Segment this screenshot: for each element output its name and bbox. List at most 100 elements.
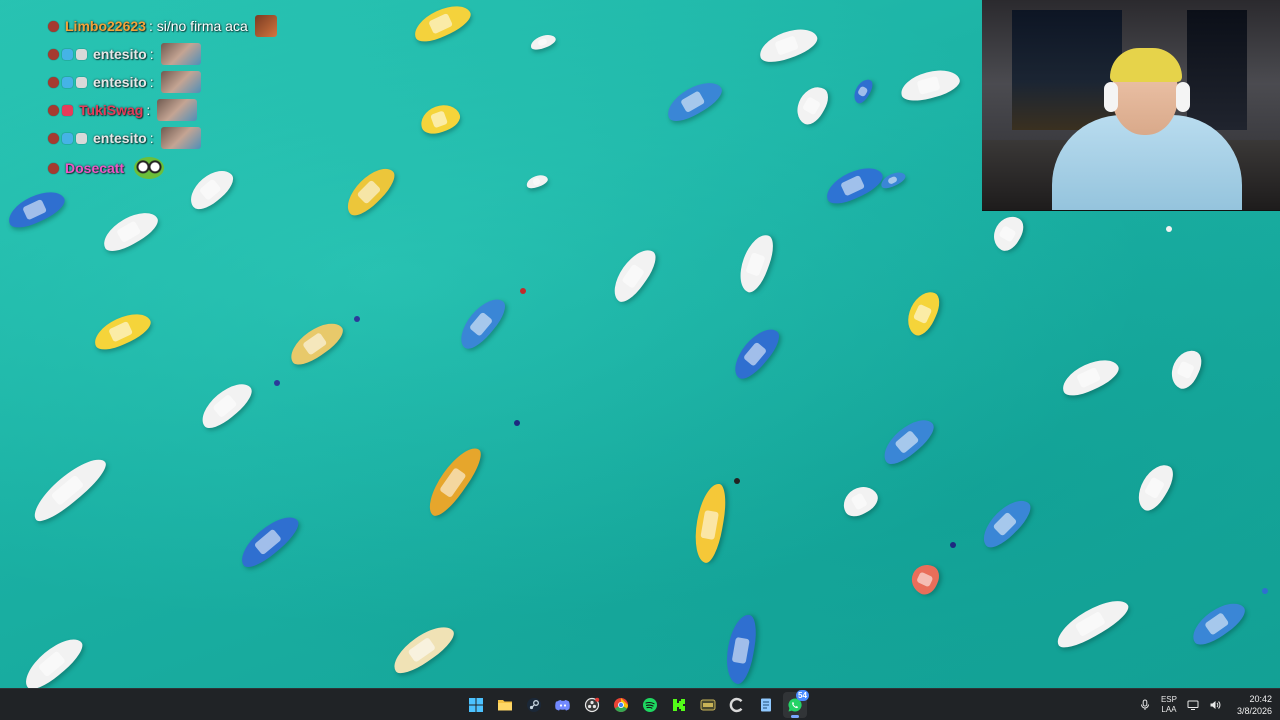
webcam-person-beanie [1110,48,1182,82]
microphone-icon[interactable] [1139,699,1151,711]
discord-button[interactable] [551,692,575,718]
boat [878,169,908,191]
notepad-icon [761,698,771,712]
boat [420,440,488,522]
boat [755,22,821,68]
boat [876,411,940,471]
boat [1057,352,1123,402]
discord-icon [555,700,570,711]
face-emote-icon [254,15,277,37]
chrome-icon [614,698,629,713]
boat [1185,595,1251,651]
boat [89,306,155,356]
portrait-emote-icon [160,71,201,93]
boat [821,160,887,210]
chrome-button[interactable] [609,692,633,718]
boat [3,184,69,234]
kick-button[interactable] [667,692,691,718]
clock[interactable]: 20:42 3/8/2026 [1231,693,1272,717]
headphones-icon [1104,82,1118,112]
ccleaner-button[interactable] [725,692,749,718]
start-button[interactable] [464,692,488,718]
boat [524,172,550,191]
chat-message: TukiSwag : [48,98,198,122]
verified-badge-icon [76,48,87,60]
buoy [950,542,956,548]
frog-emote-icon [134,157,165,179]
buoy [514,420,520,426]
spotify-button[interactable] [638,692,662,718]
boat [233,508,305,574]
portrait-emote-icon [157,99,198,121]
boat [1131,458,1179,516]
boat [901,286,945,340]
game-launcher-button[interactable] [696,692,720,718]
chat-message: Limbo22623 : si/no firma aca [48,14,277,38]
boat [97,204,163,258]
chat-text: : [149,130,154,146]
buoy [1262,588,1268,594]
verified-badge-icon [76,76,87,88]
boat [837,480,883,522]
chat-message: entesito : [48,126,201,150]
gift-badge-icon [62,104,73,116]
user-badge-icon [48,76,59,88]
chat-username: Limbo22623 [65,18,146,34]
boat [26,450,112,528]
boat [975,492,1037,554]
file-explorer-button[interactable] [493,692,517,718]
language-primary: ESP [1160,695,1177,704]
obs-button[interactable] [580,692,604,718]
webcam-feed [982,0,1280,211]
boat [690,481,730,565]
webcam-background-window [1012,10,1122,130]
chat-username: entesito [93,74,147,90]
buoy [1166,226,1172,232]
chat-message: Dosecatt [48,156,165,180]
boat [183,162,239,216]
boat [897,64,963,106]
input-language-indicator[interactable]: ESP LAA [1161,695,1177,715]
gem-badge-icon [62,48,73,60]
boat [194,375,258,435]
verified-badge-icon [76,132,87,144]
boat [409,0,475,48]
notification-badge: 54 [796,690,809,701]
boat [733,230,779,296]
webcam-background-window [1187,10,1247,130]
boat [1050,591,1134,655]
boat [1165,345,1207,393]
headphones-icon [1176,82,1190,112]
boat [339,160,401,222]
boat [722,612,760,686]
boat [987,210,1029,256]
boat [452,291,512,355]
volume-icon[interactable] [1209,699,1221,711]
boat [726,321,786,385]
folder-icon [498,700,512,711]
boat [416,99,464,139]
chat-text: : si/no firma aca [148,18,248,34]
chat-username: Dosecatt [65,160,125,176]
boat [661,74,727,128]
boat [606,242,662,308]
chat-username: entesito [93,46,147,62]
network-icon[interactable] [1187,699,1199,711]
chat-text: : [149,74,154,90]
kick-icon [673,699,685,711]
boat [850,76,876,106]
notepad-button[interactable] [754,692,778,718]
chat-message: entesito : [48,70,201,94]
steam-button[interactable] [522,692,546,718]
user-badge-icon [48,132,59,144]
gem-badge-icon [62,76,73,88]
chat-text: : [149,46,154,62]
boat [790,81,834,129]
user-badge-icon [48,162,59,174]
boat [528,31,558,53]
whatsapp-button[interactable]: 54 [783,690,809,718]
user-badge-icon [48,20,59,32]
portrait-emote-icon [160,127,201,149]
taskbar-apps: 54 [464,689,809,720]
user-badge-icon [48,104,59,116]
